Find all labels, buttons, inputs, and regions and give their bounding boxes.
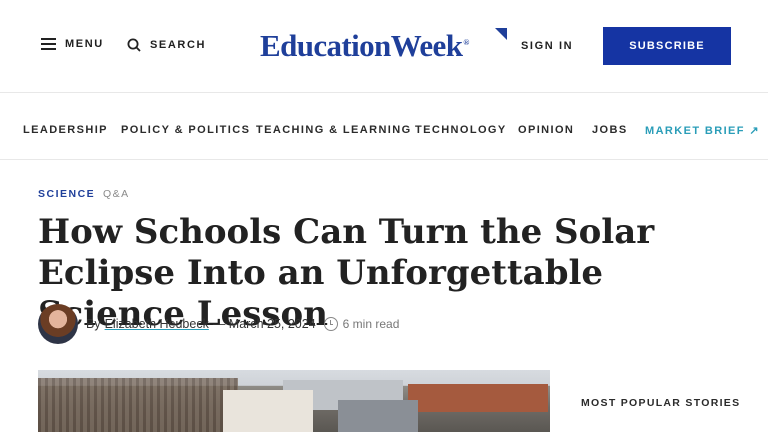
search-button[interactable]: SEARCH [127, 38, 206, 52]
nav-item-technology[interactable]: TECHNOLOGY [415, 124, 507, 136]
byline-prefix: By [86, 317, 101, 331]
site-header: MENU SEARCH EducationWeek® SIGN IN SUBSC… [0, 0, 768, 92]
subscribe-button[interactable]: SUBSCRIBE [603, 27, 731, 65]
hero-image [38, 370, 550, 432]
hero-building [223, 390, 313, 432]
author-avatar[interactable] [38, 304, 78, 344]
sign-in-link[interactable]: SIGN IN [521, 40, 573, 52]
most-popular-heading: MOST POPULAR STORIES [581, 397, 741, 409]
site-logo[interactable]: EducationWeek® [260, 28, 469, 64]
clock-icon [323, 317, 338, 331]
author-link[interactable]: Elizabeth Heubeck [105, 317, 209, 331]
nav-item-leadership[interactable]: LEADERSHIP [23, 124, 108, 136]
nav-item-teaching-learning[interactable]: TEACHING & LEARNING [256, 124, 412, 136]
menu-icon [41, 38, 56, 50]
nav-item-opinion[interactable]: OPINION [518, 124, 574, 136]
nav-item-market-brief[interactable]: MARKET BRIEF ↗ [645, 124, 760, 137]
nav-item-policy-politics[interactable]: POLICY & POLITICS [121, 124, 250, 136]
main-nav: LEADERSHIP POLICY & POLITICS TEACHING & … [0, 92, 768, 160]
logo-corner-mark [495, 28, 507, 40]
menu-button[interactable]: MENU [41, 38, 104, 50]
logo-text: EducationWeek [260, 28, 463, 63]
category-link[interactable]: SCIENCE [38, 188, 95, 200]
hero-building [338, 400, 418, 432]
logo-registered-mark: ® [463, 37, 469, 47]
menu-label: MENU [65, 38, 104, 50]
read-time: 6 min read [342, 317, 400, 331]
search-label: SEARCH [150, 39, 207, 51]
hero-building [408, 384, 548, 412]
hero-trees [38, 378, 238, 432]
publish-date: — March 25, 2024 [212, 317, 316, 331]
search-icon [127, 38, 141, 52]
article-type-label: Q&A [103, 188, 130, 200]
byline: By Elizabeth Heubeck — March 25, 2024 6 … [38, 304, 399, 344]
nav-item-jobs[interactable]: JOBS [592, 124, 628, 136]
